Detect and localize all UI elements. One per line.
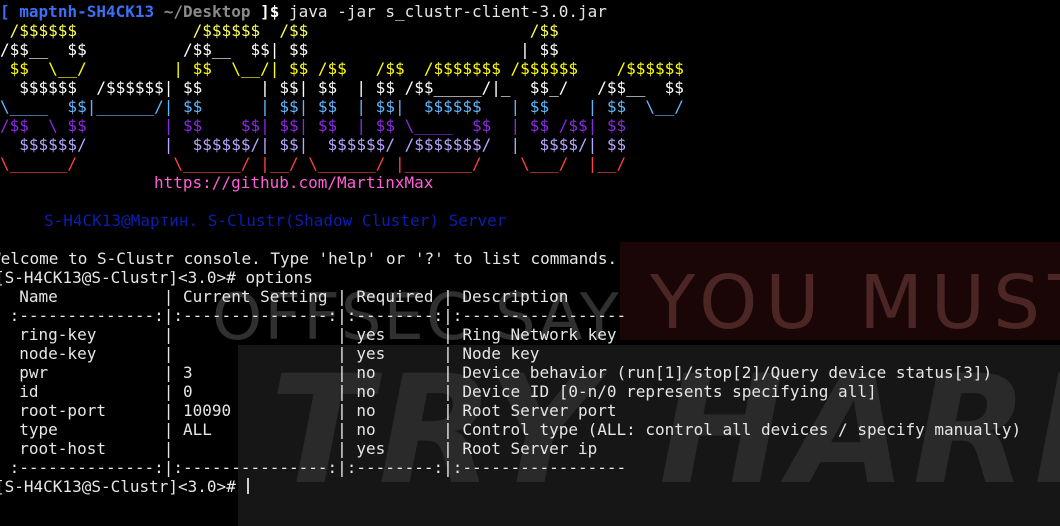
prompt-user-host: maptnh-SH4CK13 [19,2,155,21]
banner-line: /$$$$$$ /$$$$$$ /$$ /$$ [0,21,559,40]
options-table-separator: :--------------:|:---------------:|:----… [0,458,627,477]
prompt-path: ~/Desktop [163,2,251,21]
banner-line: \______/ \______/ |__/ \______/ |_______… [0,154,627,173]
banner-line: /$$__ $$ /$$__ $$| $$ | $$ [0,40,559,59]
banner-line: $$$$$$ /$$$$$$| $$ | $$| $$ | $$ /$$____… [0,78,684,97]
table-row: root-host | | yes | Root Server ip [0,439,598,458]
welcome-message: Welcome to S-Clustr console. Type 'help'… [0,249,618,268]
table-row: root-port | 10090 | no | Root Server por… [0,401,617,420]
banner-line: $$ \__/ | $$ \__/| $$ /$$ /$$ /$$$$$$$ /… [0,59,684,78]
table-row: id | 0 | no | Device ID [0-n/0 represent… [0,382,877,401]
console-input-line[interactable]: [S-H4CK13@S-Clustr]<3.0># [0,477,1060,496]
table-row: node-key | | yes | Node key [0,344,540,363]
banner-line: \____ $$|______/| $$ | $$| $$ | $$| $$$$… [0,97,684,116]
shell-prompt-line: [ maptnh-SH4CK13 ~/Desktop ]$ java -jar … [0,2,1060,21]
prompt-dollar: ]$ [260,2,280,21]
console-prompt: [S-H4CK13@S-Clustr]<3.0># [0,268,236,287]
server-title: S-H4CK13@Мартин. S-Clustr(Shadow Cluster… [44,211,507,230]
options-table-separator: :--------------:|:---------------:|:----… [0,306,627,325]
table-row: pwr | 3 | no | Device behavior (run[1]/s… [0,363,993,382]
table-row: type | ALL | no | Control type (ALL: con… [0,420,1022,439]
console-prompt: [S-H4CK13@S-Clustr]<3.0># [0,477,236,496]
text-cursor [247,478,250,494]
console-command-line: [S-H4CK13@S-Clustr]<3.0># options [0,268,1060,287]
shell-command: java -jar s_clustr-client-3.0.jar [289,2,607,21]
table-row: ring-key | | yes | Ring Network key [0,325,617,344]
banner-line: $$$$$$/ | $$$$$$/| $$| $$$$$$/ /$$$$$$$/… [0,135,627,154]
terminal-window[interactable]: [ maptnh-SH4CK13 ~/Desktop ]$ java -jar … [0,0,1060,526]
banner-line: /$$ \ $$ | $$ $$| $$| $$ | $$ \____ $$ |… [0,116,627,135]
options-table-header: Name | Current Setting | Required | Desc… [0,287,569,306]
github-url: https://github.com/MartinxMax [154,173,434,192]
console-command: options [245,268,313,287]
prompt-open-bracket: [ [0,2,10,21]
